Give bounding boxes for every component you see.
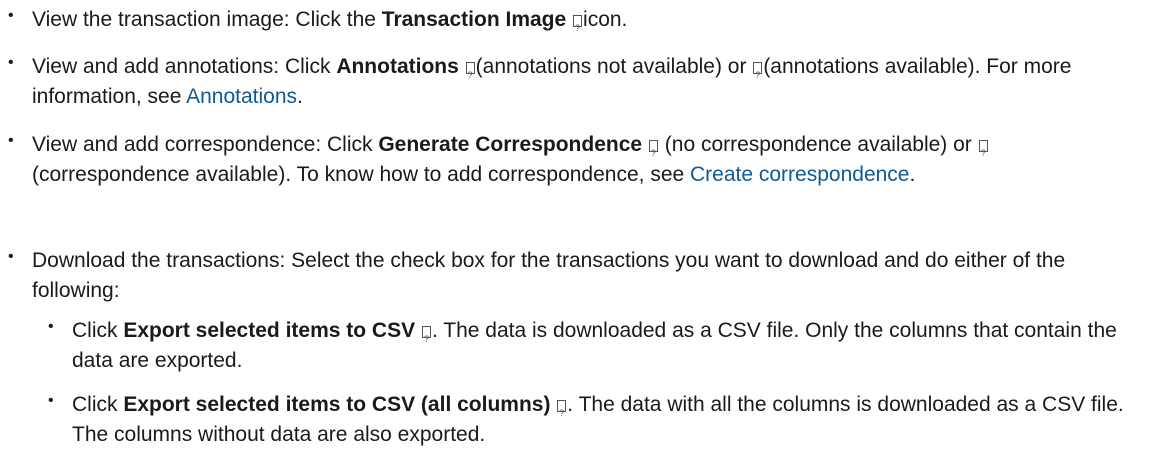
annotations-available-icon[interactable] (753, 60, 763, 90)
export-csv-label: Export selected items to CSV (123, 319, 416, 342)
sub-item-export-csv: • Click Export selected items to CSV . T… (32, 316, 1142, 376)
bullet-icon: • (48, 318, 54, 335)
sub-item-export-csv-all: • Click Export selected items to CSV (al… (32, 390, 1142, 450)
create-correspondence-link[interactable]: Create correspondence (690, 163, 909, 186)
transaction-image-icon[interactable] (573, 13, 583, 43)
annotations-not-available-icon[interactable] (465, 60, 475, 90)
bullet-icon: • (8, 54, 14, 71)
bullet-icon: • (8, 132, 14, 149)
item-text: (correspondence available). To know how … (32, 163, 691, 186)
annotations-label: Annotations (336, 55, 459, 78)
annotations-link[interactable]: Annotations (186, 85, 297, 108)
item-text: View the transaction image: Click the (32, 8, 382, 31)
list-item-transaction-image: • View the transaction image: Click the … (0, 5, 628, 43)
document: • View the transaction image: Click the … (0, 0, 1172, 467)
export-csv-all-columns-icon[interactable] (557, 398, 567, 428)
list-item-download: • Download the transactions: Select the … (0, 246, 1142, 450)
item-text: (annotations not available) or (475, 55, 753, 78)
bullet-icon: • (8, 248, 14, 265)
export-csv-icon[interactable] (421, 324, 431, 354)
item-text: View and add correspondence: Click (32, 133, 379, 156)
no-correspondence-icon[interactable] (648, 138, 658, 168)
bullet-icon: • (48, 392, 54, 409)
item-text: icon. (583, 8, 628, 31)
item-text: (no correspondence available) or (658, 133, 978, 156)
generate-correspondence-label: Generate Correspondence (378, 133, 643, 156)
export-csv-all-columns-label: Export selected items to CSV (all column… (123, 393, 551, 416)
item-text: Click (72, 393, 124, 416)
item-text: Click (72, 319, 124, 342)
list-item-annotations: • View and add annotations: Click Annota… (0, 52, 1142, 112)
sub-list: • Click Export selected items to CSV . T… (32, 316, 1142, 450)
list-item-correspondence: • View and add correspondence: Click Gen… (0, 130, 1142, 190)
item-text: View and add annotations: Click (32, 55, 337, 78)
item-text: . (909, 163, 916, 186)
item-text: . (297, 85, 303, 108)
item-text: Download the transactions: Select the ch… (32, 249, 1066, 302)
transaction-image-label: Transaction Image (381, 8, 567, 31)
bullet-icon: • (8, 7, 14, 24)
correspondence-available-icon[interactable] (978, 138, 988, 168)
